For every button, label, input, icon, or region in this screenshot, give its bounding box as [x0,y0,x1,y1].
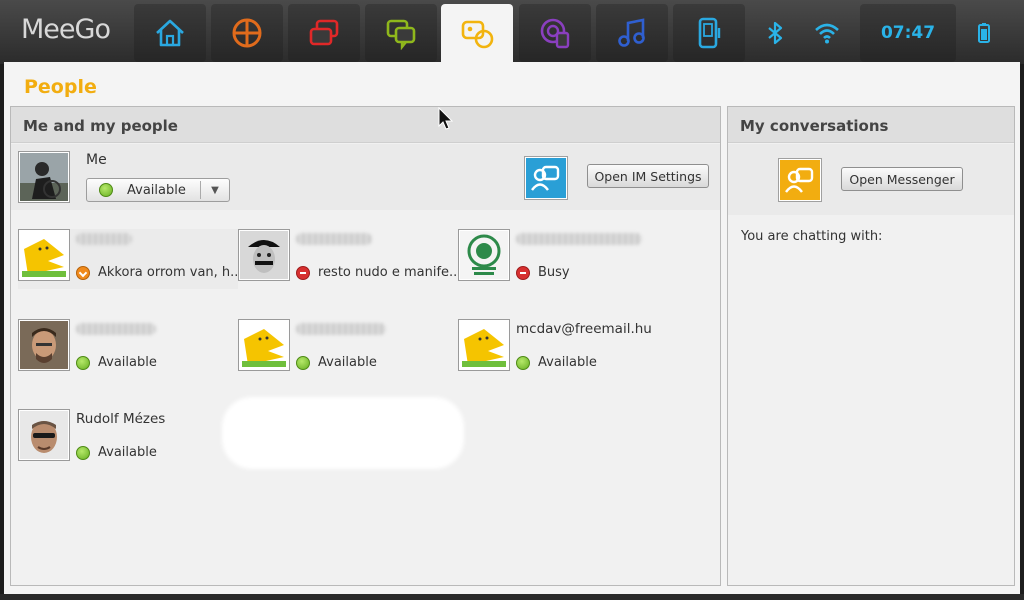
home-icon [156,19,184,47]
people-window: People Me and my people Me Available ▼ O… [4,62,1020,594]
contact-avatar [458,319,510,371]
contact-avatar [18,229,70,281]
open-messenger-button[interactable]: Open Messenger [841,167,963,191]
people-panel: Me and my people Me Available ▼ Open IM … [10,106,721,586]
chatting-with-label: You are chatting with: [741,229,883,244]
status-zone-button[interactable] [365,4,437,62]
battery-status-button[interactable] [970,4,998,62]
contact-card[interactable]: Akkora orrom van, h... [18,229,243,289]
internet-zone-button[interactable] [519,4,591,62]
contact-card[interactable]: Available [238,319,458,379]
busy-status-icon [516,265,530,280]
contact-name-blurred [296,323,386,335]
status-icon [386,19,416,50]
page-title: People [24,76,97,98]
contact-status: Available [296,355,377,370]
contact-photo [20,411,68,459]
conversations-panel-heading: My conversations [728,107,1014,143]
contact-status: Busy [516,265,570,280]
contact-name-blurred [296,233,372,245]
zones-zone-button[interactable] [288,4,360,62]
contact-status: Available [516,355,597,370]
me-avatar[interactable] [18,151,70,203]
top-toolbar: MeeGo 07:47 [0,0,1024,64]
im-people-icon [526,158,566,198]
people-zone-button[interactable] [441,4,513,64]
available-status-icon [296,355,310,370]
contact-card[interactable]: mcdav@freemail.hu Available [458,319,678,379]
bluetooth-icon [768,21,783,45]
me-name: Me [86,152,107,168]
background-strip [0,594,1024,600]
contact-status: Akkora orrom van, h... [76,265,243,280]
contact-status: resto nudo e manife... [296,265,461,280]
contact-avatar [18,409,70,461]
mouse-pointer-icon [438,107,454,130]
wifi-status-button[interactable] [808,4,846,62]
default-avatar-icon [460,321,508,369]
contact-logo-photo [460,231,508,279]
available-status-icon [76,445,90,460]
open-im-settings-button[interactable]: Open IM Settings [587,164,709,188]
default-avatar-icon [240,321,288,369]
away-status-icon [76,265,90,280]
default-avatar-icon [20,231,68,279]
me-photo [20,153,68,201]
contact-name-blurred [76,233,132,245]
presence-status-value: Available [127,182,186,198]
contact-name-blurred [76,323,156,335]
available-status-icon [516,355,530,370]
messenger-section: Open Messenger [728,144,1014,215]
messenger-people-icon [780,160,820,200]
available-status-icon [76,355,90,370]
me-section: Me Available ▼ Open IM Settings [11,144,720,210]
contact-avatar [238,319,290,371]
redaction-blot [222,397,464,469]
conversations-panel: My conversations Open Messenger You are … [727,106,1015,586]
contact-name: Rudolf Mézes [76,411,166,427]
contact-avatar [238,229,290,281]
messenger-icon-button[interactable] [778,158,822,202]
contact-photo [240,231,288,279]
contact-card[interactable]: Rudolf Mézes Available [18,409,238,469]
people-icon [461,20,494,49]
home-zone-button[interactable] [134,4,206,62]
people-panel-heading: Me and my people [11,107,720,143]
busy-status-icon [296,265,310,280]
internet-icon [540,18,570,49]
clock[interactable]: 07:47 [860,4,956,62]
wifi-icon [815,23,839,44]
applications-zone-button[interactable] [211,4,283,62]
battery-icon [978,23,990,43]
im-accounts-icon-button[interactable] [524,156,568,200]
available-status-icon [99,183,113,197]
devices-zone-button[interactable] [673,4,745,62]
contact-name: mcdav@freemail.hu [516,321,652,337]
contact-name-blurred [516,233,642,245]
media-zone-button[interactable] [596,4,668,62]
chevron-down-icon: ▼ [211,184,219,196]
bluetooth-status-button[interactable] [760,4,790,62]
contact-photo [20,321,68,369]
meego-logo: MeeGo [21,14,111,45]
applications-icon [232,18,262,48]
contact-avatar [458,229,510,281]
devices-icon [698,17,721,49]
presence-status-select[interactable]: Available ▼ [86,178,230,202]
media-icon [618,18,645,47]
contact-card[interactable]: Available [18,319,238,379]
zones-icon [309,19,339,46]
contact-card[interactable]: resto nudo e manife... [238,229,461,289]
contact-card[interactable]: Busy [458,229,678,289]
contact-status: Available [76,355,157,370]
contact-avatar [18,319,70,371]
contact-status: Available [76,445,157,460]
